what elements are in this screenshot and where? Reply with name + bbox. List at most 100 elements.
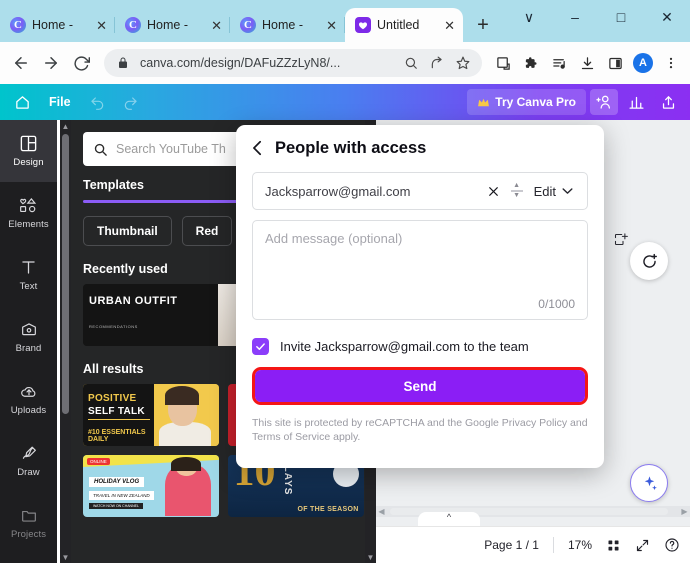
chip-red[interactable]: Red <box>181 215 233 246</box>
kebab-menu-icon[interactable] <box>658 50 684 76</box>
message-textarea[interactable]: Add message (optional) 0/1000 <box>252 220 588 320</box>
browser-tab-strip: C Home - ✕ C Home - ✕ C Home - ✕ Untitle… <box>0 0 690 42</box>
back-chevron-icon[interactable] <box>252 140 263 158</box>
window-controls: ∨ – □ ✕ <box>506 0 690 34</box>
permission-label: Edit <box>533 183 556 199</box>
add-page-upload-icon[interactable] <box>613 232 628 247</box>
reading-list-icon[interactable] <box>490 50 516 76</box>
browser-tab-4-active[interactable]: Untitled ✕ <box>345 8 463 42</box>
lock-icon <box>114 54 132 72</box>
tab-list-icon[interactable]: ∨ <box>506 0 552 34</box>
sidebar-item-text[interactable]: Text <box>0 244 57 306</box>
sidebar-item-elements[interactable]: Elements <box>0 182 57 244</box>
tab-close-icon[interactable]: ✕ <box>96 19 107 32</box>
page-indicator[interactable]: Page 1 / 1 <box>484 538 539 552</box>
new-tab-button[interactable]: + <box>469 11 497 39</box>
analytics-bar-chart-icon[interactable] <box>622 89 650 115</box>
invite-checkbox-label: Invite Jacksparrow@gmail.com to the team <box>280 339 529 354</box>
expand-arrows-icon[interactable] <box>635 538 650 553</box>
sidebar-item-draw[interactable]: Draw <box>0 430 57 492</box>
stepper-up-icon[interactable]: ▲ <box>513 182 520 189</box>
tab-close-icon[interactable]: ✕ <box>444 19 455 32</box>
sidebar-item-uploads[interactable]: Uploads <box>0 368 57 430</box>
thumbnail-badge: ONLINE <box>87 457 110 465</box>
share-icon[interactable] <box>428 54 446 72</box>
collapse-panel-handle[interactable]: ^ <box>418 512 480 526</box>
scroll-down-icon[interactable]: ▼ <box>365 551 376 563</box>
star-icon[interactable] <box>454 54 472 72</box>
photo-hair <box>165 385 200 405</box>
add-people-icon[interactable] <box>590 89 618 115</box>
tab-title: Home - <box>262 18 303 32</box>
thumbnail-line1: HOLIDAY VLOG <box>89 476 145 487</box>
browser-tab-3[interactable]: C Home - ✕ <box>230 8 345 42</box>
grid-view-icon[interactable] <box>606 538 621 553</box>
canvas-status-bar: Page 1 / 1 17% <box>376 526 690 563</box>
canva-heart-icon <box>355 17 371 33</box>
scroll-left-icon[interactable]: ◀ <box>376 507 387 516</box>
browser-tab-2[interactable]: C Home - ✕ <box>115 8 230 42</box>
thumbnail-line3: #10 ESSENTIALS DAILY <box>88 428 146 443</box>
forward-icon[interactable] <box>36 48 66 78</box>
projects-folder-icon <box>19 506 39 525</box>
regenerate-icon[interactable] <box>630 242 668 280</box>
divider <box>552 537 554 553</box>
thumbnail-line2: SELF TALK <box>88 405 145 417</box>
sidebar-label: Brand <box>15 343 42 354</box>
stepper-down-icon[interactable]: ▼ <box>513 192 520 199</box>
scroll-down-icon[interactable]: ▼ <box>60 551 71 563</box>
extension-icons: A <box>490 50 684 76</box>
sidebar-label: Draw <box>17 467 40 478</box>
sidebar-item-design[interactable]: Design <box>0 120 57 182</box>
rail-scrollbar[interactable]: ▲ ▼ <box>60 120 71 563</box>
close-window-icon[interactable]: ✕ <box>644 0 690 34</box>
message-placeholder: Add message (optional) <box>265 231 403 246</box>
list-item[interactable]: ONLINE HOLIDAY VLOG TRAVEL IN NEW ZEALAN… <box>83 454 219 517</box>
permission-select[interactable]: Edit <box>528 184 581 199</box>
invite-checkbox[interactable] <box>252 338 269 355</box>
browser-tab-1[interactable]: C Home - ✕ <box>0 8 115 42</box>
tab-templates[interactable]: Templates <box>83 178 144 200</box>
reload-icon[interactable] <box>66 48 96 78</box>
file-menu-button[interactable]: File <box>40 89 80 115</box>
email-recipient-row[interactable]: Jacksparrow@gmail.com ▲ ▼ Edit <box>252 172 588 210</box>
maximize-icon[interactable]: □ <box>598 0 644 34</box>
scrollbar-thumb[interactable] <box>62 134 69 414</box>
list-item[interactable]: POSITIVE SELF TALK #10 ESSENTIALS DAILY <box>83 383 219 446</box>
search-zoom-icon[interactable] <box>402 54 420 72</box>
chevron-down-icon <box>562 187 573 195</box>
thumbnail-rule <box>88 418 150 420</box>
tab-close-icon[interactable]: ✕ <box>211 19 222 32</box>
send-button[interactable]: Send <box>255 370 585 402</box>
redo-icon[interactable] <box>116 89 144 115</box>
draw-pen-icon <box>19 444 39 463</box>
undo-icon[interactable] <box>84 89 112 115</box>
export-upload-icon[interactable] <box>654 89 682 115</box>
clear-x-icon[interactable] <box>482 179 506 203</box>
scroll-up-icon[interactable]: ▲ <box>60 120 71 132</box>
photo-hair <box>171 456 202 471</box>
magic-sparkle-icon[interactable] <box>630 464 668 502</box>
home-icon[interactable] <box>8 89 36 115</box>
chip-thumbnail[interactable]: Thumbnail <box>83 215 172 246</box>
zoom-level[interactable]: 17% <box>568 538 592 552</box>
sidebar-item-projects[interactable]: Projects <box>0 492 57 554</box>
back-icon[interactable] <box>6 48 36 78</box>
scroll-right-icon[interactable]: ▶ <box>679 507 690 516</box>
thumbnail-left: POSITIVE SELF TALK #10 ESSENTIALS DAILY <box>83 383 154 446</box>
invite-to-team-row[interactable]: Invite Jacksparrow@gmail.com to the team <box>252 338 588 355</box>
stepper-updown-icon[interactable]: ▲ ▼ <box>510 182 524 199</box>
address-bar[interactable]: canva.com/design/DAFuZZzLyN8/... <box>104 49 482 77</box>
email-field[interactable]: Jacksparrow@gmail.com <box>265 184 478 199</box>
downloads-icon[interactable] <box>574 50 600 76</box>
help-question-icon[interactable] <box>664 537 680 553</box>
tab-close-icon[interactable]: ✕ <box>326 19 337 32</box>
thumbnail-subtitle: RECOMMENDATIONS <box>89 323 138 329</box>
minimize-icon[interactable]: – <box>552 0 598 34</box>
puzzle-extensions-icon[interactable] <box>518 50 544 76</box>
side-panel-icon[interactable] <box>602 50 628 76</box>
avatar[interactable]: A <box>630 50 656 76</box>
playlist-icon[interactable] <box>546 50 572 76</box>
sidebar-item-brand[interactable]: Brand <box>0 306 57 368</box>
try-canva-pro-button[interactable]: Try Canva Pro <box>467 89 586 115</box>
